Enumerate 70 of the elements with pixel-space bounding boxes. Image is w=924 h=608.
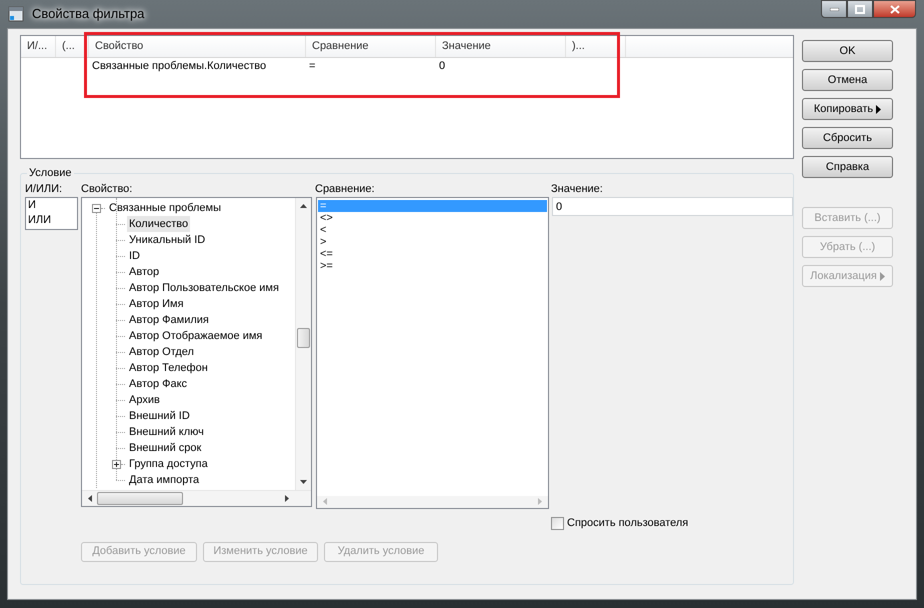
column-header[interactable]: Свойство <box>89 36 306 57</box>
list-item[interactable]: <> <box>318 212 547 224</box>
minimize-button[interactable] <box>821 0 847 18</box>
tree-item[interactable]: ID <box>127 248 142 264</box>
table-cell: Связанные проблемы.Количество <box>92 60 266 72</box>
list-item[interactable]: > <box>318 236 547 248</box>
dialog-button[interactable]: Отмена <box>802 69 893 91</box>
tree-item[interactable]: Связанные проблемы <box>107 200 224 216</box>
column-header[interactable]: )... <box>566 36 626 57</box>
scroll-left-icon <box>88 495 92 502</box>
scroll-down-icon <box>300 480 307 484</box>
tree-item[interactable]: Автор <box>127 264 162 280</box>
close-button[interactable] <box>873 0 916 18</box>
checkbox[interactable] <box>551 516 564 530</box>
list-item[interactable]: И <box>28 198 77 213</box>
scroll-right-icon <box>285 495 289 502</box>
tree-item[interactable]: Внешний ключ <box>127 424 206 440</box>
tree-item[interactable]: Автор Имя <box>127 296 186 312</box>
tree-item[interactable]: Автор Отдел <box>127 344 196 360</box>
table-cell: = <box>309 60 316 72</box>
dialog-button[interactable]: Сбросить <box>802 127 893 149</box>
minimize-icon <box>830 8 838 10</box>
list-item[interactable]: < <box>318 224 547 236</box>
window-title: Свойства фильтра <box>32 5 144 24</box>
dialog-button[interactable]: OK <box>802 40 893 62</box>
tree-item[interactable]: Автор Пользовательское имя <box>127 280 281 296</box>
list-item[interactable]: >= <box>318 260 547 272</box>
value-field[interactable]: 0 <box>552 197 793 216</box>
window-icon <box>8 6 24 22</box>
list-item[interactable]: ИЛИ <box>28 213 77 228</box>
field-label: Значение: <box>551 182 603 195</box>
tree-item[interactable]: Автор Факс <box>127 376 190 392</box>
column-header[interactable]: Значение <box>436 36 566 57</box>
scroll-thumb[interactable] <box>97 492 183 505</box>
horizontal-scrollbar[interactable] <box>82 490 311 506</box>
scroll-thumb[interactable] <box>297 328 310 348</box>
collapse-icon[interactable] <box>92 204 101 212</box>
tree-item[interactable]: Уникальный ID <box>127 232 208 248</box>
tree-item[interactable]: Группа доступа <box>127 456 210 472</box>
column-header[interactable]: Сравнение <box>306 36 436 57</box>
scroll-up-icon <box>300 204 307 208</box>
tree-item[interactable]: Автор Отображаемое имя <box>127 328 264 344</box>
list-item[interactable]: <= <box>318 248 547 260</box>
tree-item[interactable]: Автор Фамилия <box>127 312 211 328</box>
column-header[interactable]: (... <box>56 36 89 57</box>
table-cell: 0 <box>439 60 446 72</box>
checkbox-label: Спросить пользователя <box>567 516 688 531</box>
tree-item[interactable]: Дата импорта <box>127 472 202 488</box>
maximize-button[interactable] <box>847 0 873 18</box>
scroll-right-icon <box>538 498 542 505</box>
and-or-list[interactable]: И ИЛИ <box>25 197 78 230</box>
close-icon <box>890 4 900 14</box>
expand-icon[interactable] <box>112 460 121 468</box>
dialog-button[interactable]: Справка <box>802 156 893 178</box>
maximize-icon <box>855 4 865 14</box>
field-label: Сравнение: <box>315 182 376 195</box>
tree-item[interactable]: Количество <box>127 216 190 232</box>
vertical-scrollbar[interactable] <box>295 198 311 490</box>
horizontal-scrollbar[interactable] <box>317 496 548 508</box>
tree-item[interactable]: Архив <box>127 392 162 408</box>
scroll-left-icon <box>323 498 327 505</box>
tree-item[interactable]: Внешний срок <box>127 440 204 456</box>
tree-item[interactable]: Внешний ID <box>127 408 192 424</box>
field-label: И/ИЛИ: <box>25 182 64 195</box>
property-tree[interactable] <box>81 197 312 507</box>
field-label: Свойство: <box>81 182 134 195</box>
comparison-list[interactable]: = <> < > <= >= <box>316 197 549 509</box>
column-header[interactable]: И/... <box>21 36 56 57</box>
dialog-button[interactable]: Копировать <box>802 98 893 120</box>
tree-item[interactable]: Автор Телефон <box>127 360 210 376</box>
